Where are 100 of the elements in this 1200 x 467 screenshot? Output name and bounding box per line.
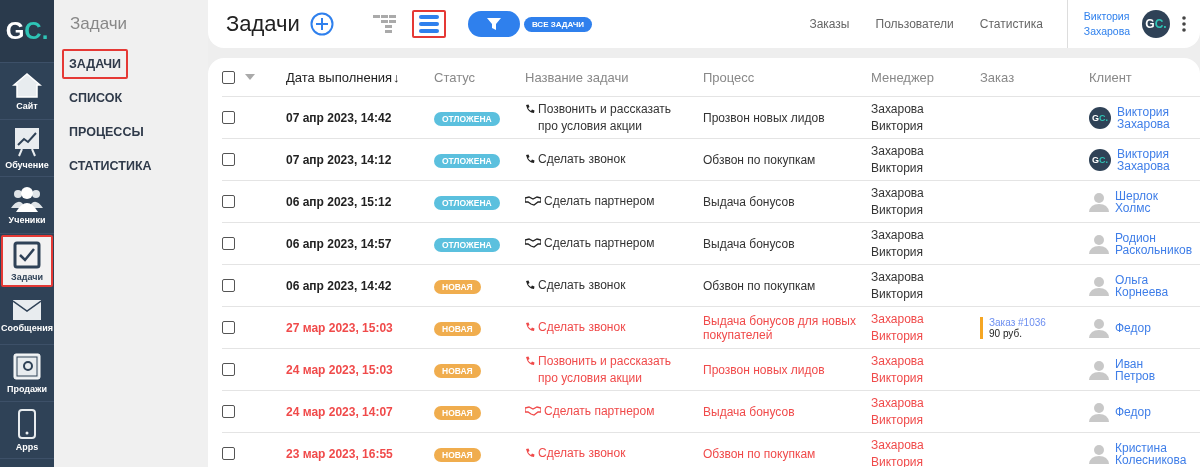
- manager-name: Захарова Виктория: [871, 310, 925, 345]
- logo[interactable]: GC.: [0, 0, 54, 63]
- funnel-icon: [485, 16, 502, 32]
- sidebar-item[interactable]: СПИСОК: [62, 83, 130, 113]
- filter-tag[interactable]: ВСЕ ЗАДАЧИ: [523, 16, 592, 32]
- task-link[interactable]: Сделать звонок: [538, 445, 626, 462]
- tree-view-icon: [372, 15, 397, 33]
- process-name: Обзвон по покупкам: [703, 278, 817, 293]
- row-checkbox[interactable]: [222, 153, 235, 166]
- column-header[interactable]: Дата выполнения↓: [286, 69, 434, 85]
- nav-link[interactable]: Статистика: [979, 17, 1043, 31]
- sidebar-item[interactable]: ЗАДАЧИ: [62, 49, 129, 79]
- rail-item[interactable]: Задачи: [1, 235, 53, 287]
- status-badge: НОВАЯ: [434, 279, 481, 294]
- more-icon[interactable]: [1182, 16, 1186, 32]
- handshake-icon: [525, 406, 541, 416]
- client-link[interactable]: Федор: [1115, 321, 1151, 334]
- rail-item[interactable]: Обучение: [0, 120, 54, 177]
- phone-icon: [525, 103, 535, 114]
- manager-name: Захарова Виктория: [871, 226, 925, 261]
- task-link[interactable]: Позвонить и рассказать про условия акции: [538, 352, 688, 387]
- client-link[interactable]: Виктория Захарова: [1117, 147, 1170, 172]
- column-header[interactable]: Процесс: [703, 69, 871, 85]
- row-checkbox[interactable]: [222, 279, 235, 292]
- manager-name: Захарова Виктория: [871, 184, 925, 219]
- row-checkbox[interactable]: [222, 447, 235, 460]
- client-avatar: GC.: [1089, 148, 1111, 171]
- order-link[interactable]: Заказ #1036: [989, 316, 1089, 328]
- person-silhouette-icon: [1089, 359, 1109, 380]
- filter-button[interactable]: [467, 11, 520, 37]
- client-link[interactable]: Виктория Захарова: [1117, 105, 1170, 130]
- order-sum: 90 руб.: [989, 327, 1023, 339]
- client-link[interactable]: Кристина Колесникова: [1115, 441, 1187, 466]
- column-header[interactable]: Название задачи: [525, 69, 703, 85]
- status-badge: НОВАЯ: [434, 405, 481, 420]
- select-all-checkbox[interactable]: [222, 70, 235, 84]
- checkbox-icon: [13, 240, 41, 269]
- phone-icon: [525, 280, 535, 290]
- person-silhouette-icon: [1089, 401, 1109, 422]
- client-link[interactable]: Иван Петров: [1115, 357, 1156, 382]
- due-date: 07 апр 2023, 14:42: [286, 110, 393, 125]
- chart-board-icon: [14, 126, 40, 157]
- sidebar-item[interactable]: ПРОЦЕССЫ: [62, 117, 151, 147]
- list-view-button[interactable]: [411, 10, 446, 38]
- sidebar-title: Задачи: [69, 13, 129, 35]
- user-name-link[interactable]: Виктория Захарова: [1083, 9, 1130, 39]
- phone-icon: [525, 355, 535, 366]
- user-avatar[interactable]: GC.: [1142, 10, 1170, 38]
- column-header[interactable]: Клиент: [1089, 69, 1200, 85]
- rail-item[interactable]: Продажи: [0, 345, 54, 402]
- phone-icon: [525, 448, 535, 458]
- due-date: 27 мар 2023, 15:03: [286, 320, 394, 335]
- client-link[interactable]: Шерлок Холмс: [1115, 189, 1158, 214]
- task-link[interactable]: Сделать звонок: [538, 319, 626, 336]
- envelope-icon: [13, 299, 41, 320]
- row-checkbox[interactable]: [222, 363, 235, 376]
- due-date: 24 мар 2023, 14:07: [286, 404, 394, 419]
- person-silhouette-icon: [1089, 317, 1109, 338]
- manager-name: Захарова Виктория: [871, 352, 925, 387]
- house-icon: [12, 71, 42, 98]
- due-date: 06 апр 2023, 14:42: [286, 278, 393, 293]
- manager-name: Захарова Виктория: [871, 142, 925, 177]
- row-checkbox[interactable]: [222, 405, 235, 418]
- nav-link[interactable]: Пользователи: [875, 17, 954, 31]
- phone-icon: [525, 154, 535, 164]
- task-link[interactable]: Сделать звонок: [538, 151, 626, 168]
- add-icon[interactable]: [309, 12, 334, 36]
- column-header[interactable]: Статус: [434, 69, 525, 85]
- manager-name: Захарова Виктория: [871, 268, 925, 303]
- client-link[interactable]: Федор: [1115, 405, 1151, 418]
- people-icon: [11, 185, 43, 212]
- row-checkbox[interactable]: [222, 237, 235, 250]
- due-date: 06 апр 2023, 15:12: [286, 194, 393, 209]
- nav-link[interactable]: Заказы: [809, 17, 850, 31]
- status-badge: ОТЛОЖЕНА: [434, 153, 500, 168]
- rail-item[interactable]: Сайт: [0, 63, 54, 120]
- process-name: Выдача бонусов: [703, 194, 796, 209]
- due-date: 24 мар 2023, 15:03: [286, 362, 394, 377]
- client-link[interactable]: Родион Раскольников: [1115, 231, 1193, 256]
- column-header[interactable]: Менеджер: [871, 69, 980, 85]
- safe-icon: [13, 352, 41, 381]
- status-badge: НОВАЯ: [434, 447, 481, 462]
- process-name: Обзвон по покупкам: [703, 446, 817, 461]
- task-link[interactable]: Сделать партнером: [544, 235, 655, 252]
- task-link[interactable]: Сделать партнером: [544, 193, 655, 210]
- task-link[interactable]: Позвонить и рассказать про условия акции: [538, 100, 688, 135]
- task-link[interactable]: Сделать партнером: [544, 403, 655, 420]
- person-silhouette-icon: [1089, 191, 1109, 212]
- column-header[interactable]: Заказ: [980, 69, 1089, 85]
- task-link[interactable]: Сделать звонок: [538, 277, 626, 294]
- row-checkbox[interactable]: [222, 195, 235, 208]
- sidebar-item[interactable]: СТАТИСТИКА: [62, 151, 159, 181]
- list-view-icon: [418, 15, 439, 33]
- rail-item[interactable]: Сообщения: [0, 288, 54, 345]
- process-name: Выдача бонусов: [703, 236, 796, 251]
- client-link[interactable]: Ольга Корнеева: [1115, 273, 1169, 298]
- handshake-icon: [525, 196, 541, 206]
- row-checkbox[interactable]: [222, 111, 235, 124]
- row-checkbox[interactable]: [222, 321, 235, 334]
- person-silhouette-icon: [1089, 275, 1109, 296]
